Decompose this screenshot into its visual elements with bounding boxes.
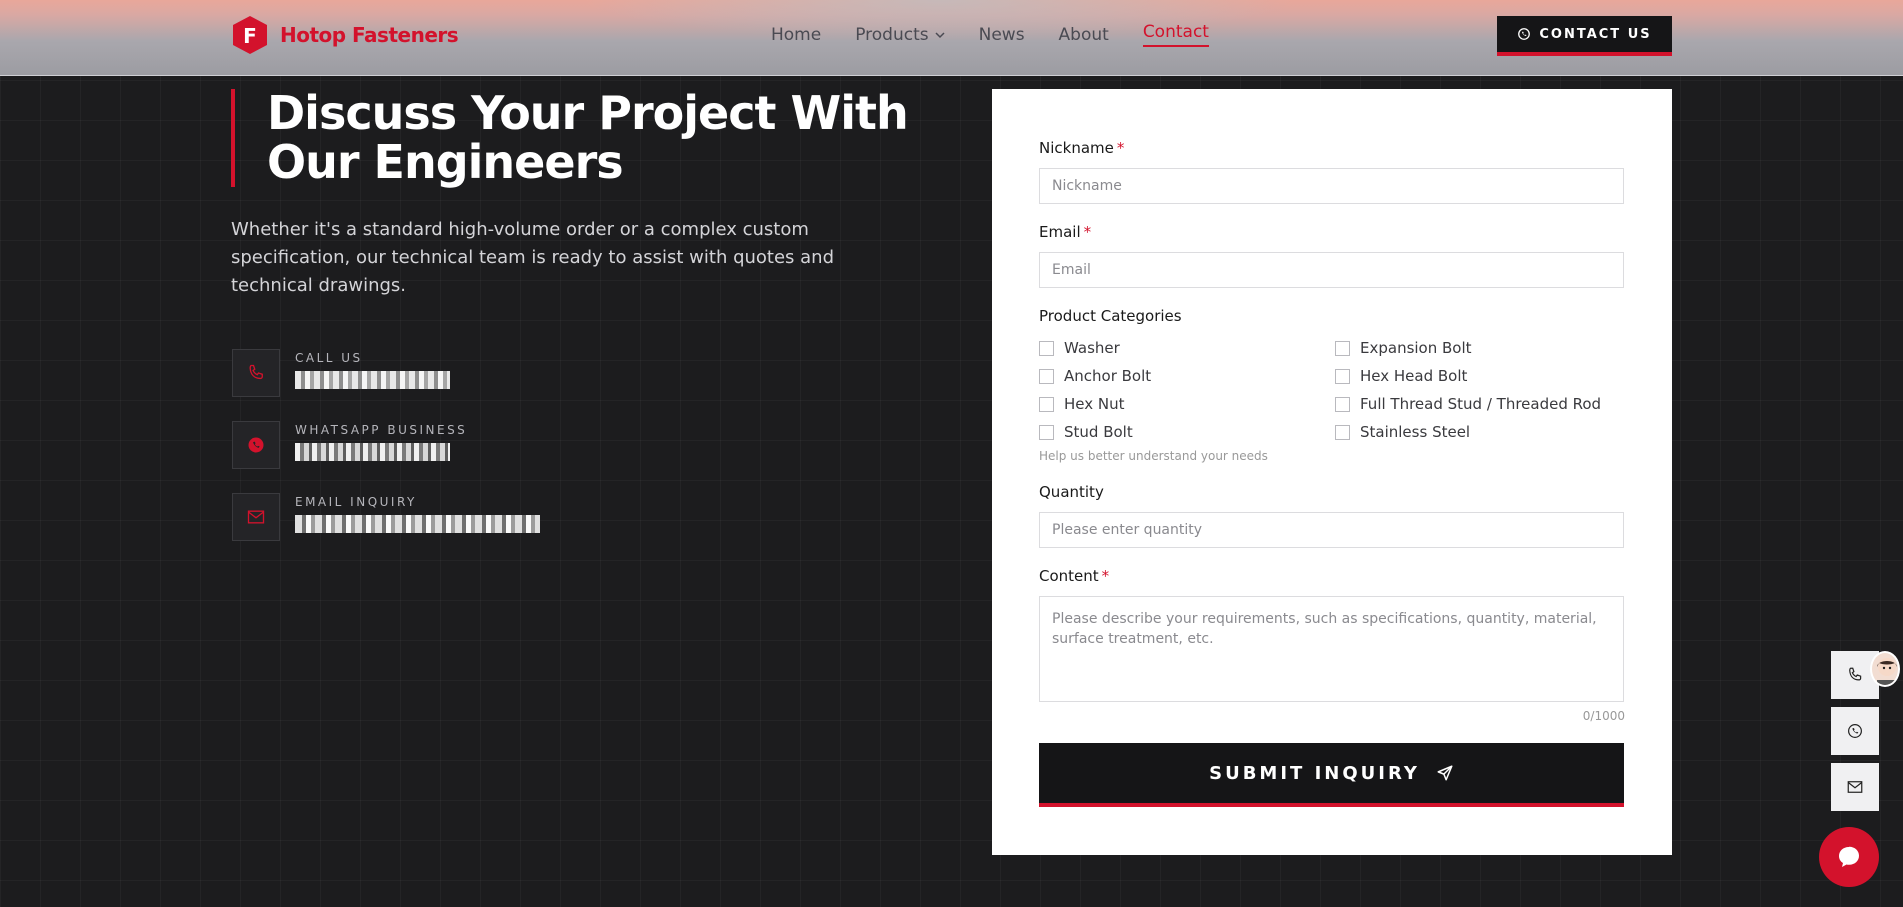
checkbox-box[interactable] [1039,396,1054,412]
phone-icon [1849,667,1862,681]
main-nav: Home Products News About Contact [771,22,1209,47]
logo-letter: F [243,24,257,48]
content-label: Content * [1039,567,1110,585]
send-icon [1437,765,1453,781]
nav-contact[interactable]: Contact [1142,22,1209,47]
nickname-label: Nickname * [1039,139,1125,157]
phone-icon-box [232,349,280,397]
checkbox-box[interactable] [1039,368,1054,384]
mail-icon [1847,781,1863,793]
checkbox-washer[interactable]: Washer [1039,339,1335,357]
categories-label: Product Categories [1039,307,1182,325]
contact-email[interactable]: EMAIL INQUIRY [232,493,540,565]
contact-list: CALL US WHATSAPP BUSINESS EMAIL INQUIRY [232,349,540,565]
checkbox-anchor-bolt[interactable]: Anchor Bolt [1039,367,1335,385]
hero-intro: Whether it's a standard high-volume orde… [231,219,835,296]
whatsapp-icon [1848,724,1862,738]
mail-icon [247,510,265,524]
checkbox-hex-head-bolt[interactable]: Hex Head Bolt [1335,367,1624,385]
quantity-label: Quantity [1039,483,1104,501]
category-checkboxes: Washer Expansion Bolt Anchor Bolt Hex He… [1039,339,1624,441]
chat-launcher-button[interactable] [1819,827,1879,887]
checkbox-box[interactable] [1039,424,1054,440]
nav-products-label: Products [855,24,929,45]
support-avatar[interactable] [1870,651,1900,687]
checkbox-full-thread-stud[interactable]: Full Thread Stud / Threaded Rod [1335,395,1624,413]
submit-inquiry-button[interactable]: SUBMIT INQUIRY [1039,743,1624,807]
chevron-down-icon [935,31,945,38]
contact-call[interactable]: CALL US [232,349,540,421]
contact-whatsapp-label: WHATSAPP BUSINESS [295,423,468,437]
site-header: F Hotop Fasteners Home Products News Abo… [0,0,1903,76]
phone-icon [249,364,263,380]
checkbox-box[interactable] [1039,340,1054,356]
content-textarea[interactable] [1039,596,1624,702]
redacted-email [295,515,540,533]
page-title: Discuss Your Project With Our Engineers [267,86,909,189]
nav-news[interactable]: News [979,25,1025,45]
nav-about[interactable]: About [1059,25,1109,45]
checkbox-box[interactable] [1335,424,1350,440]
checkbox-box[interactable] [1335,396,1350,412]
nickname-input[interactable] [1039,168,1624,204]
contact-us-label: CONTACT US [1539,26,1652,42]
contact-whatsapp[interactable]: WHATSAPP BUSINESS [232,421,540,493]
whatsapp-icon-box [232,421,280,469]
checkbox-box[interactable] [1335,368,1350,384]
checkbox-box[interactable] [1335,340,1350,356]
redacted-whatsapp [295,443,467,461]
logo-hexagon-icon: F [233,16,267,54]
quantity-input[interactable] [1039,512,1624,548]
nav-home[interactable]: Home [771,25,821,45]
contact-email-label: EMAIL INQUIRY [295,495,417,509]
checkbox-expansion-bolt[interactable]: Expansion Bolt [1335,339,1624,357]
contact-call-label: CALL US [295,351,363,365]
categories-hint: Help us better understand your needs [1039,449,1268,463]
inquiry-form: Nickname* Email* Product Categories Wash… [992,89,1672,855]
email-label: Email * [1039,223,1092,241]
checkbox-stainless-steel[interactable]: Stainless Steel [1335,423,1624,441]
whatsapp-icon [248,437,264,453]
hero-title-block: Discuss Your Project With Our Engineers [231,89,951,187]
brand-name: Hotop Fasteners [280,23,459,47]
mail-icon-box [232,493,280,541]
nav-products[interactable]: Products [855,24,945,45]
chat-bubble-icon [1839,846,1859,867]
contact-us-button[interactable]: CONTACT US [1497,16,1672,56]
checkbox-hex-nut[interactable]: Hex Nut [1039,395,1335,413]
checkbox-stud-bolt[interactable]: Stud Bolt [1039,423,1335,441]
redacted-phone [295,371,450,389]
submit-label: SUBMIT INQUIRY [1209,762,1420,784]
content-char-counter: 0/1000 [1582,709,1625,723]
float-whatsapp-button[interactable] [1831,707,1879,755]
whatsapp-icon [1518,28,1531,40]
float-email-button[interactable] [1831,763,1879,811]
brand-logo[interactable]: F Hotop Fasteners [232,15,459,55]
avatar-face-icon [1877,658,1897,685]
email-input[interactable] [1039,252,1624,288]
